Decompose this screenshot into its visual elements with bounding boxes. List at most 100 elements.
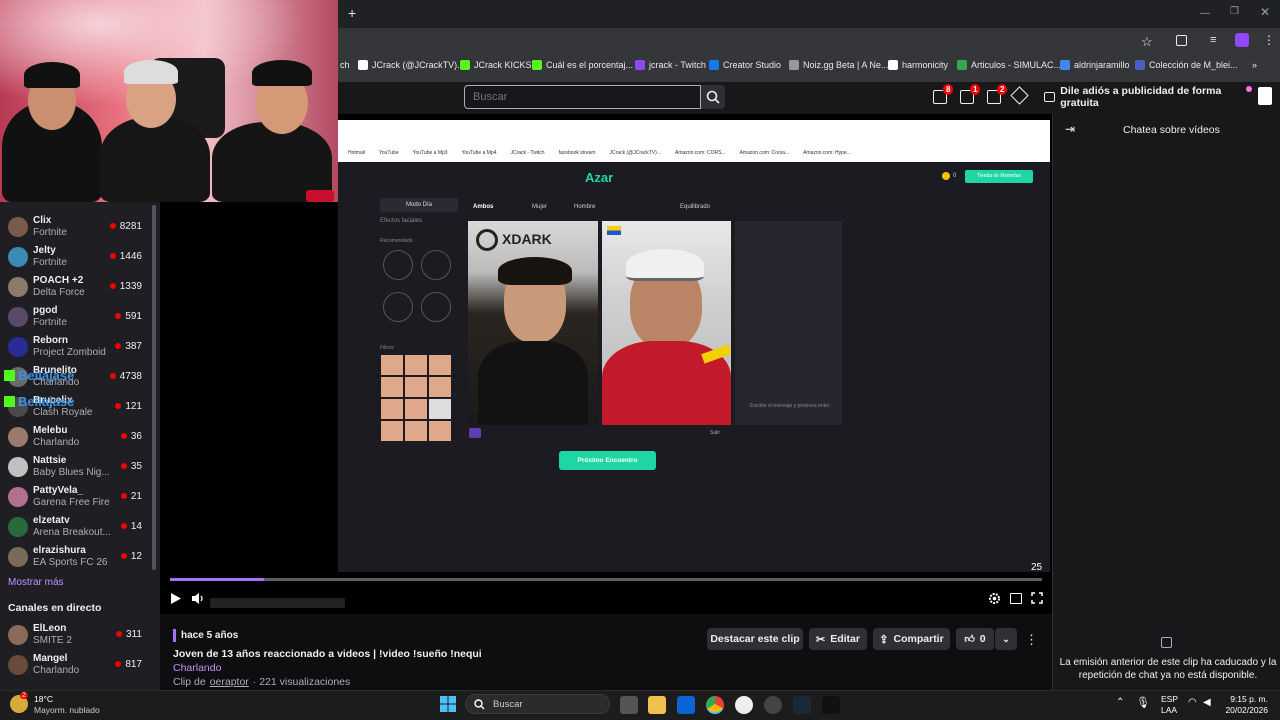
live-dot xyxy=(115,343,122,349)
obs-icon[interactable] xyxy=(764,696,782,714)
settings-gear-icon[interactable] xyxy=(988,592,1001,605)
profile-icon[interactable] xyxy=(1235,33,1249,47)
channel-item[interactable]: POACH +2 Delta Force 1339 xyxy=(0,272,150,302)
filter-thumbnail[interactable] xyxy=(429,421,451,441)
app-terminal-icon[interactable] xyxy=(822,696,840,714)
like-button[interactable]: 👍︎ 0 xyxy=(956,628,994,650)
tab-both[interactable]: Ambos xyxy=(473,204,493,210)
bookmark-item[interactable]: Creator Studio xyxy=(709,60,781,70)
bookmark-item[interactable]: Articulos - SIMULAC... xyxy=(957,60,1061,70)
feature-clip-button[interactable]: Destacar este clip xyxy=(707,628,803,650)
next-match-button[interactable]: Próximo Encuentro xyxy=(559,451,656,470)
volume-icon[interactable] xyxy=(191,592,205,605)
media-icon[interactable]: ≡ xyxy=(1210,34,1216,46)
extensions-icon[interactable] xyxy=(1176,35,1187,46)
viewer-count: 121 xyxy=(115,401,142,412)
steam-icon[interactable] xyxy=(793,696,811,714)
search-input[interactable] xyxy=(464,85,701,109)
like-dropdown-button[interactable]: ⌄ xyxy=(995,628,1017,650)
sidebar-scrollbar[interactable] xyxy=(152,205,156,570)
taskbar-search[interactable]: Buscar xyxy=(465,694,610,714)
edit-button[interactable]: ✂ Editar xyxy=(809,628,867,650)
bookmark-item[interactable]: jcrack - Twitch xyxy=(635,60,706,70)
bookmarks-overflow-icon[interactable]: » xyxy=(1252,60,1257,70)
channel-item[interactable]: Reborn Project Zomboid 387 xyxy=(0,332,150,362)
effect-item[interactable] xyxy=(421,250,451,280)
channel-item[interactable]: ElLeon SMITE 2 311 xyxy=(0,620,150,650)
bookmark-item[interactable]: JCrack KICKS xyxy=(460,60,532,70)
clipper-link[interactable]: oeraptor xyxy=(210,676,249,688)
chrome-icon[interactable] xyxy=(706,696,724,714)
channel-item[interactable]: Clix Fortnite 8281 xyxy=(0,212,150,242)
task-view-icon[interactable] xyxy=(620,696,638,714)
theatre-mode-icon[interactable] xyxy=(1010,593,1022,604)
collapse-chat-icon[interactable]: ⇥ xyxy=(1065,122,1075,136)
play-icon[interactable] xyxy=(170,592,182,605)
close-window-icon[interactable]: ✕ xyxy=(1260,5,1270,19)
filter-thumbnail[interactable] xyxy=(405,399,427,419)
app-icon[interactable] xyxy=(735,696,753,714)
file-explorer-icon[interactable] xyxy=(648,696,666,714)
windows-start-icon[interactable] xyxy=(440,696,456,712)
bookmark-item[interactable]: Colección de M_blei... xyxy=(1135,60,1238,70)
channel-item[interactable]: Jelty Fortnite 1446 xyxy=(0,242,150,272)
day-mode-button[interactable]: Modo Día xyxy=(380,198,458,212)
tray-chevron-icon[interactable]: ⌃ xyxy=(1116,697,1124,708)
tab-men[interactable]: Hombre xyxy=(574,204,595,210)
language-layout[interactable]: LAA xyxy=(1161,705,1177,715)
filter-thumbnail[interactable] xyxy=(381,355,403,375)
tab-women[interactable]: Mujer xyxy=(532,204,547,210)
filter-thumbnail[interactable] xyxy=(405,377,427,397)
effect-item[interactable] xyxy=(383,292,413,322)
filter-thumbnail[interactable] xyxy=(429,399,451,419)
bookmark-item[interactable]: JCrack (@JCrackTV)... xyxy=(358,60,465,70)
search-button[interactable] xyxy=(701,85,725,109)
outlook-icon[interactable] xyxy=(677,696,695,714)
fullscreen-icon[interactable] xyxy=(1031,592,1043,604)
bookmark-item[interactable]: Cuál es el porcentaj... xyxy=(532,60,633,70)
filter-thumbnail[interactable] xyxy=(381,377,403,397)
balanced-select[interactable]: Equilibrado xyxy=(680,204,710,210)
channel-item[interactable]: pgod Fortnite 591 xyxy=(0,302,150,332)
filter-thumbnail[interactable] xyxy=(381,399,403,419)
filter-thumbnail[interactable] xyxy=(381,421,403,441)
minimize-icon[interactable]: — xyxy=(1200,8,1210,19)
bookmark-item[interactable]: ch xyxy=(340,60,350,70)
user-avatar[interactable] xyxy=(1258,87,1272,105)
filter-thumbnail[interactable] xyxy=(429,355,451,375)
more-options-icon[interactable]: ⋮ xyxy=(1025,632,1038,648)
clip-category-link[interactable]: Charlando xyxy=(173,662,221,674)
exit-button[interactable]: Salir xyxy=(710,430,720,436)
maximize-icon[interactable]: ❐ xyxy=(1230,6,1239,17)
volume-slider[interactable] xyxy=(210,598,345,608)
clock-date[interactable]: 20/02/2026 xyxy=(1218,705,1268,715)
bookmark-item[interactable]: Noiz.gg Beta | A Ne... xyxy=(789,60,888,70)
effects-toggle-icon[interactable] xyxy=(469,428,481,438)
channel-item[interactable]: Nattsie Baby Blues Nig... 35 xyxy=(0,452,150,482)
clock-time[interactable]: 9:15 p. m. xyxy=(1228,694,1268,704)
filter-thumbnail[interactable] xyxy=(405,355,427,375)
filter-thumbnail[interactable] xyxy=(405,421,427,441)
wifi-icon[interactable]: ◠ xyxy=(1188,697,1197,708)
ad-free-button[interactable]: Dile adiós a publicidad de forma gratuit… xyxy=(1038,85,1248,109)
channel-item[interactable]: elrazishura EA Sports FC 26 12 xyxy=(0,542,150,572)
menu-dots-icon[interactable]: ⋮ xyxy=(1263,33,1275,47)
speaker-icon[interactable]: ◀ xyxy=(1203,697,1211,708)
progress-bar[interactable] xyxy=(170,578,1042,581)
channel-item[interactable]: Mangel Charlando 817 xyxy=(0,650,150,680)
channel-item[interactable]: PattyVela_ Garena Free Fire 21 xyxy=(0,482,150,512)
show-more-link[interactable]: Mostrar más xyxy=(8,577,64,588)
filter-thumbnail[interactable] xyxy=(429,377,451,397)
effect-item[interactable] xyxy=(383,250,413,280)
coin-store-button[interactable]: Tienda de Monedas xyxy=(965,170,1033,183)
new-tab-button[interactable]: + xyxy=(348,5,356,21)
channel-item[interactable]: elzetatv Arena Breakout... 14 xyxy=(0,512,150,542)
channel-item[interactable]: Melebu Charlando 36 xyxy=(0,422,150,452)
bookmark-item[interactable]: harmonicity xyxy=(888,60,948,70)
microphone-icon[interactable]: 🎙︎ xyxy=(1136,696,1150,709)
language-code[interactable]: ESP xyxy=(1161,694,1178,704)
bookmark-star-icon[interactable]: ☆ xyxy=(1141,34,1153,50)
bookmark-item[interactable]: aldrinjaramillo xyxy=(1060,60,1130,70)
share-button[interactable]: ⇪ Compartir xyxy=(873,628,950,650)
effect-item[interactable] xyxy=(421,292,451,322)
